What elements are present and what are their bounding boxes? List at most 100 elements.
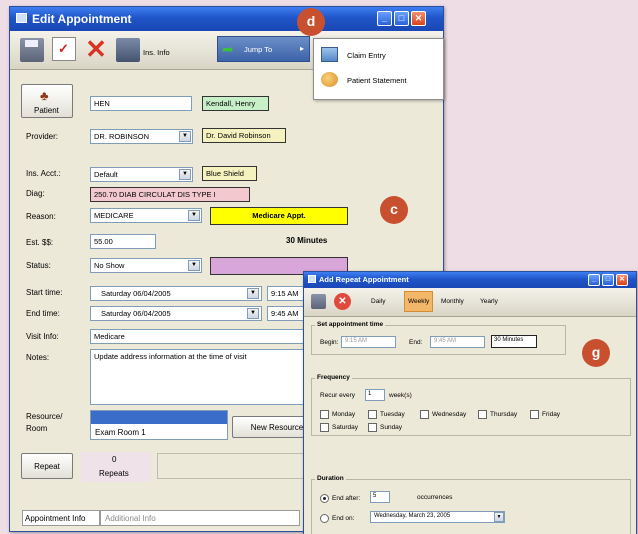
cancel-icon[interactable]: ✕ xyxy=(334,293,351,310)
repeat-info-panel xyxy=(157,453,327,479)
day-sunday[interactable]: Sunday xyxy=(368,423,402,432)
end-label: End: xyxy=(409,339,423,346)
chevron-down-icon[interactable]: ▼ xyxy=(247,288,259,299)
tab-additional-info-label: Additional Info xyxy=(105,514,156,523)
end-after-radio[interactable] xyxy=(320,494,329,503)
occurrences-label: occurrences xyxy=(417,494,453,501)
minimize-button[interactable]: _ xyxy=(377,11,392,26)
end-on-option[interactable]: End on: xyxy=(320,514,354,523)
arrow-icon: ➦ xyxy=(222,41,234,57)
duration-title: Duration xyxy=(315,475,346,482)
patient-statement-icon xyxy=(321,72,338,87)
resource-value[interactable]: Exam Room 1 xyxy=(95,428,146,437)
edit-window-title: Edit Appointment xyxy=(32,12,132,26)
day-tuesday[interactable]: Tuesday xyxy=(368,410,405,419)
day-thursday[interactable]: Thursday xyxy=(478,410,517,419)
monday-checkbox[interactable] xyxy=(320,410,329,419)
window-app-icon xyxy=(16,13,27,23)
repeat-count: 0 xyxy=(112,455,117,464)
tab-appointment-info[interactable]: Appointment Info xyxy=(22,510,100,526)
patient-button-label: Patient xyxy=(34,106,59,115)
chevron-down-icon[interactable]: ▼ xyxy=(494,512,504,522)
save-icon[interactable] xyxy=(20,38,44,62)
resource-list[interactable]: Exam Room 1 xyxy=(90,410,228,440)
est-label: Est. $$: xyxy=(26,238,54,247)
patient-code-field[interactable]: HEN xyxy=(90,96,192,111)
jump-to-button[interactable]: ➦ Jump To ▸ xyxy=(217,36,310,62)
repeat-button[interactable]: Repeat xyxy=(21,453,73,479)
patient-name-display: Kendall, Henry xyxy=(202,96,269,111)
close-window-button[interactable]: ✕ xyxy=(616,274,628,286)
friday-checkbox[interactable] xyxy=(530,410,539,419)
frequency-title: Frequency xyxy=(315,374,352,381)
recur-every-label: Recur every xyxy=(320,392,356,399)
ins-info-icon[interactable] xyxy=(116,38,140,62)
tuesday-checkbox[interactable] xyxy=(368,410,377,419)
provider-full-name: Dr. David Robinson xyxy=(202,128,286,143)
sunday-checkbox[interactable] xyxy=(368,423,377,432)
checklist-icon[interactable]: ✓ xyxy=(52,37,76,61)
add-repeat-window: Add Repeat Appointment _ □ ✕ ✕ Daily Wee… xyxy=(303,271,637,534)
tab-weekly[interactable]: Weekly xyxy=(404,291,433,312)
jump-to-menu: Claim Entry Patient Statement xyxy=(313,38,444,100)
thursday-checkbox[interactable] xyxy=(478,410,487,419)
day-monday[interactable]: Monday xyxy=(320,410,355,419)
end-after-option[interactable]: End after: xyxy=(320,494,360,503)
notes-field[interactable]: Update address information at the time o… xyxy=(90,349,318,405)
tab-additional-info[interactable]: Additional Info xyxy=(100,510,300,526)
repeat-count-box: 0 Repeats xyxy=(81,452,151,482)
carrier-display: Blue Shield xyxy=(202,166,257,181)
day-friday[interactable]: Friday xyxy=(530,410,560,419)
frequency-group: Frequency Recur every 1 week(s) Monday T… xyxy=(311,374,631,436)
day-saturday[interactable]: Saturday xyxy=(320,423,358,432)
chevron-down-icon[interactable]: ▼ xyxy=(179,131,191,142)
status-label: Status: xyxy=(26,261,51,270)
maximize-button[interactable]: □ xyxy=(394,11,409,26)
menu-item-claim-entry[interactable]: Claim Entry xyxy=(314,45,441,67)
menu-item-patient-statement[interactable]: Patient Statement xyxy=(314,70,441,92)
tab-weekly-label: Weekly xyxy=(408,298,430,305)
saturday-checkbox[interactable] xyxy=(320,423,329,432)
chevron-down-icon[interactable]: ▼ xyxy=(188,210,200,221)
set-time-group: Set appointment time Begin: 9:15 AM End:… xyxy=(311,321,566,355)
end-after-field[interactable]: 5 xyxy=(370,491,390,503)
end-on-date-picker[interactable]: Wednesday, March 23, 2005 xyxy=(370,511,505,523)
reason-label: Reason: xyxy=(26,212,56,221)
repeat-window-titlebar[interactable]: Add Repeat Appointment _ □ ✕ xyxy=(304,272,636,288)
repeat-window-title: Add Repeat Appointment xyxy=(319,275,409,284)
end-time-select[interactable]: 9:45 AM xyxy=(430,336,485,348)
chevron-right-icon: ▸ xyxy=(300,44,305,53)
end-time-label: End time: xyxy=(26,309,60,318)
day-wednesday[interactable]: Wednesday xyxy=(420,410,466,419)
chevron-down-icon[interactable]: ▼ xyxy=(247,308,259,319)
status-select[interactable]: No Show xyxy=(90,258,202,273)
callout-marker-d: d xyxy=(297,8,325,36)
ins-info-label[interactable]: Ins. Info xyxy=(143,48,170,57)
chevron-down-icon[interactable]: ▼ xyxy=(188,260,200,271)
start-date-picker[interactable]: Saturday 06/04/2005 xyxy=(90,286,262,301)
end-on-radio[interactable] xyxy=(320,514,329,523)
close-window-button[interactable]: ✕ xyxy=(411,11,426,26)
provider-select[interactable]: DR. ROBINSON xyxy=(90,129,193,144)
delete-icon[interactable]: ✕ xyxy=(84,36,108,62)
minimize-button[interactable]: _ xyxy=(588,274,600,286)
reason-select[interactable]: MEDICARE xyxy=(90,208,202,223)
edit-window-titlebar[interactable]: Edit Appointment _ □ ✕ xyxy=(10,7,443,31)
tab-daily[interactable]: Daily xyxy=(371,298,385,305)
callout-marker-g: g xyxy=(582,339,610,367)
visit-info-field[interactable]: Medicare xyxy=(90,329,318,344)
maximize-button[interactable]: □ xyxy=(602,274,614,286)
end-date-picker[interactable]: Saturday 06/04/2005 xyxy=(90,306,262,321)
jump-to-label: Jump To xyxy=(244,45,273,54)
ins-acct-select[interactable]: Default xyxy=(90,167,193,182)
recur-every-field[interactable]: 1 xyxy=(365,389,385,401)
patient-button[interactable]: ♣ Patient xyxy=(21,84,73,118)
wednesday-checkbox[interactable] xyxy=(420,410,429,419)
tab-yearly[interactable]: Yearly xyxy=(480,298,498,305)
tab-monthly[interactable]: Monthly xyxy=(441,298,464,305)
duration-field: 30 Minutes xyxy=(491,335,537,348)
est-field[interactable]: 55.00 xyxy=(90,234,156,249)
begin-time-select[interactable]: 9:15 AM xyxy=(341,336,396,348)
save-icon[interactable] xyxy=(311,294,326,309)
chevron-down-icon[interactable]: ▼ xyxy=(179,169,191,180)
